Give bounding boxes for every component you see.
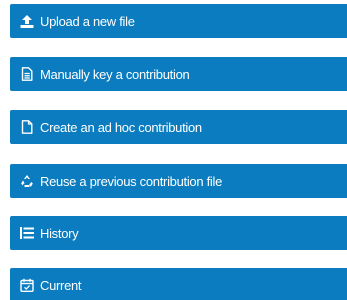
create-ad-hoc-contribution-label: Create an ad hoc contribution bbox=[40, 119, 202, 135]
history-label: History bbox=[40, 225, 79, 241]
history-button[interactable]: History bbox=[10, 216, 347, 250]
contribution-options-menu: Upload a new file Manually key a contrib… bbox=[0, 0, 347, 300]
new-file-icon bbox=[19, 119, 35, 135]
reuse-previous-contribution-file-button[interactable]: Reuse a previous contribution file bbox=[10, 164, 347, 198]
document-icon bbox=[19, 66, 35, 82]
current-label: Current bbox=[40, 277, 82, 293]
current-button[interactable]: Current bbox=[10, 268, 347, 300]
calendar-icon bbox=[19, 277, 35, 293]
upload-new-file-button[interactable]: Upload a new file bbox=[10, 4, 347, 38]
create-ad-hoc-contribution-button[interactable]: Create an ad hoc contribution bbox=[10, 110, 347, 144]
upload-icon bbox=[19, 13, 35, 29]
manually-key-contribution-label: Manually key a contribution bbox=[40, 66, 190, 82]
recycle-icon bbox=[19, 173, 35, 189]
upload-new-file-label: Upload a new file bbox=[40, 13, 135, 29]
reuse-previous-contribution-file-label: Reuse a previous contribution file bbox=[40, 173, 223, 189]
manually-key-contribution-button[interactable]: Manually key a contribution bbox=[10, 57, 347, 91]
list-icon bbox=[19, 225, 35, 241]
